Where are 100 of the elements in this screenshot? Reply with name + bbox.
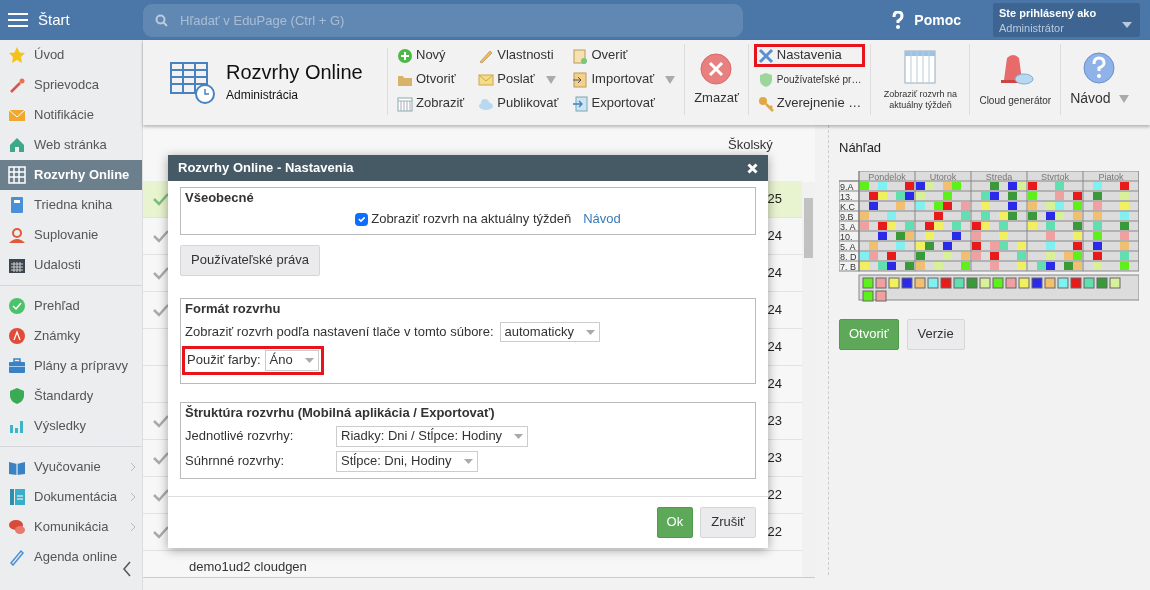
user-menu[interactable]: Ste prihlásený ako Administrátor (993, 3, 1140, 37)
table-cell: 24 (767, 227, 782, 245)
toolbar-button[interactable]: Používateľské pr… (753, 68, 866, 91)
chat-icon (8, 518, 26, 536)
star-icon (8, 46, 26, 64)
class-label: 5. A (840, 241, 856, 252)
check-circle-icon (8, 297, 26, 315)
sidebar-item[interactable]: Suplovanie (0, 220, 142, 250)
class-label: 9.B (840, 211, 854, 222)
user-rights-button[interactable]: Používateľské práva (180, 244, 320, 276)
table-cell: 24 (767, 264, 782, 282)
field-label: Jednotlivé rozvrhy: (185, 428, 295, 446)
toolbar-button[interactable]: Zobraziť rozvrh na aktuálny týždeň (876, 44, 965, 115)
sidebar-item[interactable]: Web stránka (0, 130, 142, 160)
fieldset-title: Štruktúra rozvrhu (Mobilná aplikácia / Exportovať) (185, 405, 496, 423)
toolbar-button[interactable]: Importovať (568, 68, 680, 91)
sidebar-item[interactable]: Známky (0, 321, 142, 351)
class-label: 3. A (840, 221, 856, 232)
sidebar-item[interactable]: Rozvrhy Online (0, 160, 142, 190)
briefcase-icon (8, 357, 26, 375)
import-icon (572, 71, 589, 88)
toolbar-button[interactable]: Zmazať (690, 44, 743, 115)
sidebar-item[interactable]: Prehľad (0, 291, 142, 321)
preview-title: Náhľad (839, 140, 883, 157)
class-label: 13. (840, 191, 853, 202)
wand-icon (8, 76, 26, 94)
toolbar-button[interactable]: Publikovať (474, 92, 563, 115)
toolbar-button[interactable]: Poslať (474, 68, 563, 91)
dropdown[interactable]: Riadky: Dni / Stĺpce: Hodiny (336, 426, 529, 448)
shield-icon (757, 71, 774, 88)
toolbar-button[interactable]: Otvoriť (393, 68, 469, 91)
sidebar-item[interactable]: Štandardy (0, 381, 142, 411)
dialog-title: Rozvrhy Online - Nastavenia (178, 159, 354, 177)
day-label: Piatok (1098, 171, 1124, 182)
dropdown[interactable]: Áno (264, 350, 319, 372)
sidebar-item[interactable]: Komunikácia (0, 512, 142, 542)
help-link[interactable]: Pomoc (914, 10, 961, 30)
help-icon (1082, 51, 1117, 86)
grade-icon (8, 327, 26, 345)
caret-icon (463, 459, 473, 465)
sidebar-item[interactable]: Dokumentácia (0, 482, 142, 512)
calendar-icon (8, 256, 26, 274)
toolbar-button[interactable]: Nový (393, 44, 469, 67)
add-icon (397, 47, 413, 64)
close-icon[interactable] (747, 162, 758, 174)
toolbar-button[interactable]: Cloud generátor (975, 44, 1056, 115)
clipboard-icon (572, 47, 589, 64)
person-icon (8, 226, 26, 244)
scrollbar[interactable] (802, 182, 815, 577)
house-icon (8, 136, 26, 154)
field-label: Zobraziť rozvrh podľa nastavení tlače v tomto súbore: (185, 323, 494, 341)
sidebar-item[interactable]: Plány a prípravy (0, 351, 142, 381)
toolbar-button[interactable]: Návod (1066, 44, 1133, 115)
app-title: Rozvrhy Online (226, 59, 363, 84)
field-label: Súhrnné rozvrhy: (185, 453, 285, 470)
sidebar-item[interactable]: Notifikácie (0, 100, 142, 130)
versions-button[interactable]: Verzie (906, 318, 965, 350)
day-label: Utorok (929, 171, 957, 182)
toolbar-button[interactable]: Nastavenia (753, 44, 866, 67)
toolbar-button[interactable]: Exportovať (568, 92, 680, 115)
toolbar-button[interactable]: Zobraziť (393, 92, 469, 115)
day-label: Streda (985, 171, 1013, 182)
table-icon (902, 48, 939, 85)
table-cell: 25 (767, 190, 782, 208)
export-icon (572, 95, 589, 112)
cancel-button[interactable]: Zrušiť (700, 507, 756, 538)
dropdown[interactable]: Stĺpce: Dni, Hodiny (336, 451, 478, 472)
fieldset-title: Formát rozvrhu (185, 300, 282, 318)
help-icon[interactable] (892, 11, 905, 29)
toolbar-button[interactable]: Zverejnenie … (753, 92, 866, 115)
table-cell: demo1ud2 cloudgen (189, 559, 307, 576)
toolbar-button[interactable]: Vlastnosti (474, 44, 563, 67)
envelope-icon (478, 71, 495, 88)
class-label: 9.A (840, 181, 854, 192)
table-cell: 23 (767, 449, 782, 467)
sidebar-item[interactable]: Vyučovanie (0, 452, 142, 482)
sidebar-item[interactable]: Výsledky (0, 411, 142, 441)
toolbar-button[interactable]: Overiť (568, 44, 680, 67)
caret-icon (304, 358, 314, 364)
pen-icon (8, 548, 26, 566)
dropdown[interactable]: automaticky (499, 321, 600, 343)
checkbox-label[interactable]: Zobraziť rozvrh na aktuálny týždeň (371, 210, 572, 228)
start-label[interactable]: Štart (38, 10, 70, 30)
app-subtitle: Administrácia (226, 87, 300, 104)
key-icon (757, 95, 774, 112)
delete-icon (699, 52, 734, 87)
menu-icon[interactable] (8, 12, 28, 28)
fieldset-title: Všeobecné (185, 190, 255, 207)
sidebar-item[interactable]: Úvod (0, 40, 142, 70)
help-link[interactable]: Návod (583, 210, 621, 228)
collapse-icon[interactable] (122, 561, 132, 577)
sidebar-item[interactable]: Sprievodca (0, 70, 142, 100)
document-icon (8, 488, 26, 506)
sidebar-item[interactable]: Udalosti (0, 250, 142, 280)
class-label: 7. B (840, 261, 856, 272)
checkbox[interactable] (355, 212, 369, 226)
day-label: Pondelok (868, 171, 906, 182)
day-label: Stvrtok (1041, 171, 1069, 182)
sidebar-item[interactable]: Triedna kniha (0, 190, 142, 220)
sidebar-item[interactable]: Agenda online (0, 542, 142, 572)
